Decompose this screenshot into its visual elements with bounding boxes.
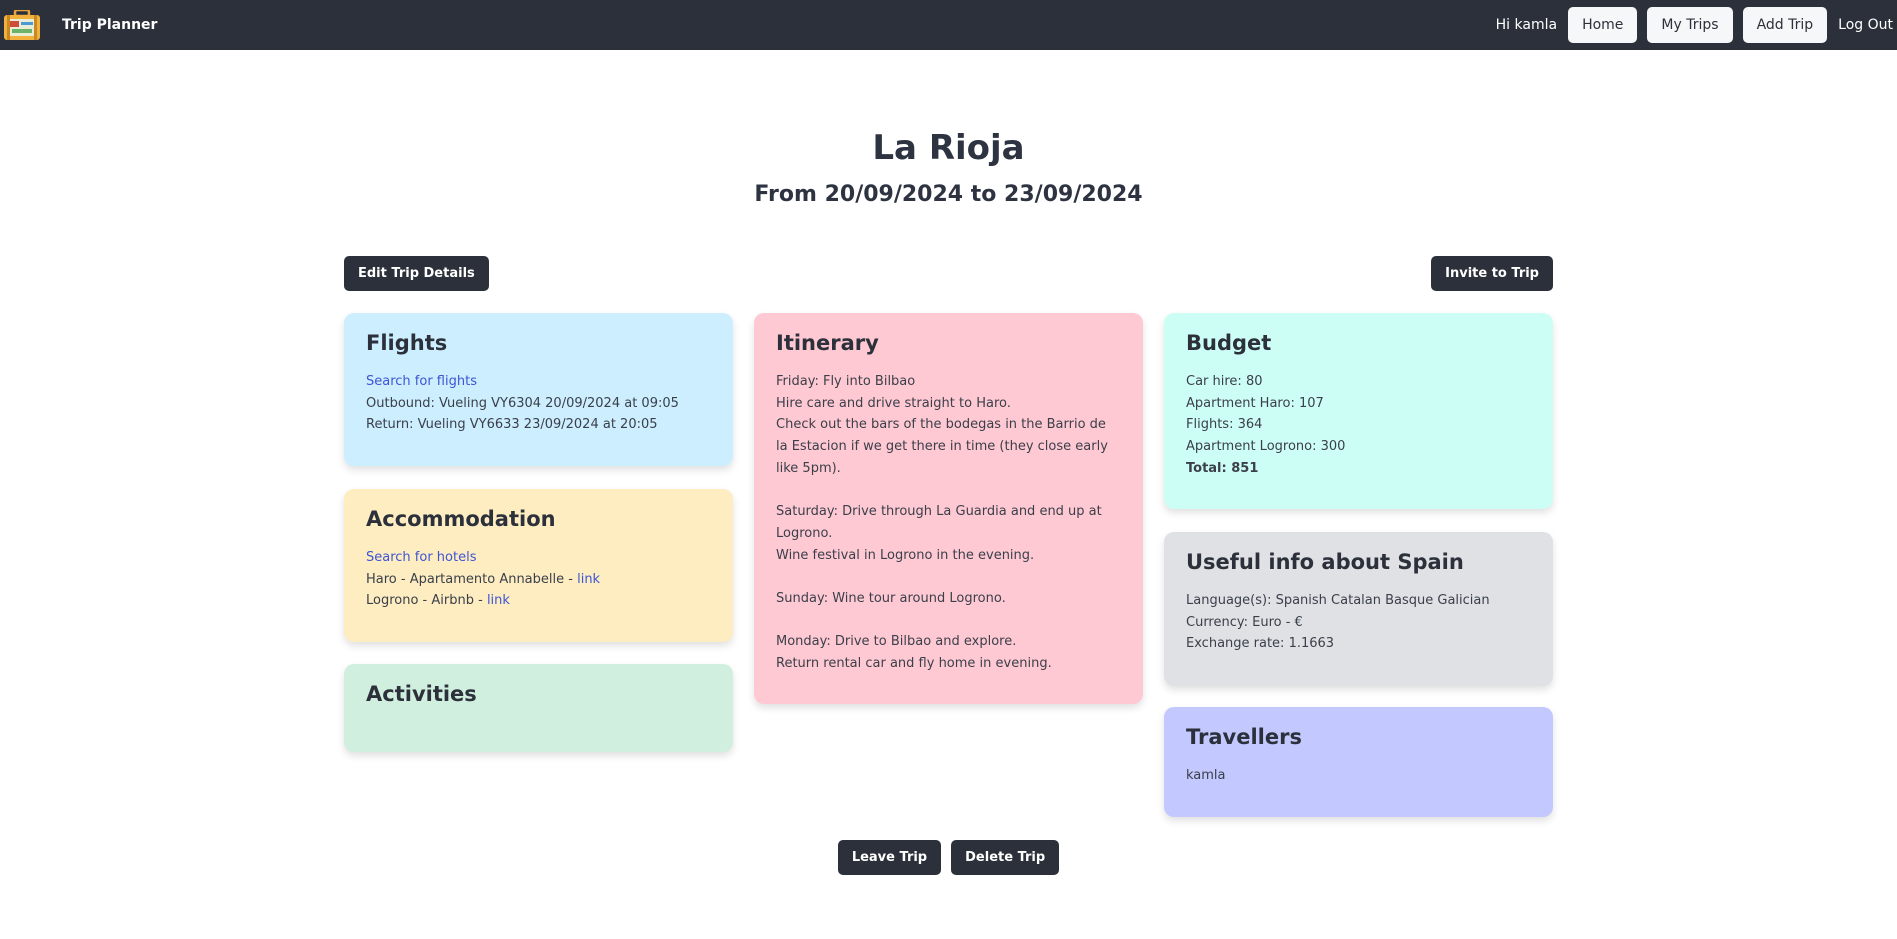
itinerary-line: Return rental car and fly home in evenin…	[776, 656, 1052, 672]
budget-title: Budget	[1186, 331, 1272, 355]
budget-item: Flights: 364	[1186, 417, 1263, 433]
itinerary-spacer	[776, 480, 1121, 502]
traveller-name: kamla	[1186, 768, 1226, 783]
itinerary-title: Itinerary	[776, 331, 879, 355]
logout-link[interactable]: Log Out	[1838, 17, 1893, 33]
itinerary-line: Monday: Drive to Bilbao and explore.	[776, 634, 1017, 650]
nav-add-trip-button[interactable]: Add Trip	[1742, 7, 1828, 43]
useful-info-card: Useful info about Spain Language(s): Spa…	[1164, 532, 1553, 686]
itinerary-line: Wine festival in Logrono in the evening.	[776, 547, 1035, 563]
accommodation-item-link[interactable]: link	[487, 593, 510, 608]
leave-trip-button[interactable]: Leave Trip	[837, 840, 942, 875]
flights-card: Flights Search for flights Outbound: Vue…	[344, 313, 733, 466]
invite-to-trip-button[interactable]: Invite to Trip	[1431, 256, 1553, 291]
travellers-title: Travellers	[1186, 725, 1302, 749]
travellers-card: Travellers kamla	[1164, 707, 1553, 817]
brand-name[interactable]: Trip Planner	[62, 17, 157, 33]
search-hotels-link[interactable]: Search for hotels	[366, 550, 476, 565]
budget-card: Budget Car hire: 80 Apartment Haro: 107 …	[1164, 313, 1553, 509]
currency-info: Currency: Euro - €	[1186, 614, 1303, 630]
accommodation-item-text: Logrono - Airbnb -	[366, 593, 487, 609]
budget-item: Car hire: 80	[1186, 374, 1263, 389]
nav-home-button[interactable]: Home	[1568, 7, 1638, 43]
delete-trip-button[interactable]: Delete Trip	[951, 840, 1060, 875]
itinerary-line: Check out the bars of the bodegas in the…	[776, 417, 1108, 476]
return-flight: Return: Vueling VY6633 23/09/2024 at 20:…	[366, 417, 658, 433]
accommodation-item-text: Haro - Apartamento Annabelle -	[366, 571, 578, 587]
bottom-actions: Leave Trip Delete Trip	[0, 840, 1897, 875]
trip-title: La Rioja	[872, 128, 1025, 168]
trip-header: La Rioja From 20/09/2024 to 23/09/2024	[0, 126, 1897, 207]
brand[interactable]: Trip Planner	[4, 8, 157, 40]
exchange-rate-info: Exchange rate: 1.1663	[1186, 636, 1335, 652]
budget-total: Total: 851	[1186, 460, 1259, 476]
useful-info-title: Useful info about Spain	[1186, 550, 1464, 574]
itinerary-spacer	[776, 610, 1121, 632]
user-greeting: Hi kamla	[1495, 17, 1558, 33]
trip-dates: From 20/09/2024 to 23/09/2024	[754, 182, 1143, 208]
budget-item: Apartment Logrono: 300	[1186, 439, 1346, 455]
outbound-flight: Outbound: Vueling VY6304 20/09/2024 at 0…	[366, 395, 679, 411]
accommodation-item-link[interactable]: link	[577, 572, 600, 587]
nav-my-trips-button[interactable]: My Trips	[1647, 7, 1733, 43]
itinerary-line: Friday: Fly into Bilbao	[776, 374, 916, 389]
accommodation-title: Accommodation	[366, 507, 556, 531]
suitcase-logo-icon	[4, 8, 40, 40]
languages-info: Language(s): Spanish Catalan Basque Gali…	[1186, 593, 1490, 608]
itinerary-line: Sunday: Wine tour around Logrono.	[776, 591, 1006, 606]
search-flights-link[interactable]: Search for flights	[366, 374, 477, 389]
trip-actions: Edit Trip Details Invite to Trip	[344, 256, 1553, 291]
activities-card: Activities	[344, 664, 733, 752]
accommodation-item: Logrono - Airbnb - link	[366, 590, 711, 612]
budget-item: Apartment Haro: 107	[1186, 395, 1324, 411]
top-navbar: Trip Planner Hi kamla Home My Trips Add …	[0, 0, 1897, 50]
itinerary-spacer	[776, 566, 1121, 588]
accommodation-card: Accommodation Search for hotels Haro - A…	[344, 489, 733, 642]
flights-title: Flights	[366, 331, 448, 355]
itinerary-line: Hire care and drive straight to Haro.	[776, 395, 1011, 411]
itinerary-line: Saturday: Drive through La Guardia and e…	[776, 504, 1102, 541]
accommodation-item: Haro - Apartamento Annabelle - link	[366, 569, 711, 591]
activities-title: Activities	[366, 682, 477, 706]
itinerary-card: Itinerary Friday: Fly into Bilbao Hire c…	[754, 313, 1143, 704]
edit-trip-details-button[interactable]: Edit Trip Details	[344, 256, 489, 291]
nav-right: Hi kamla Home My Trips Add Trip Log Out	[1496, 7, 1897, 43]
